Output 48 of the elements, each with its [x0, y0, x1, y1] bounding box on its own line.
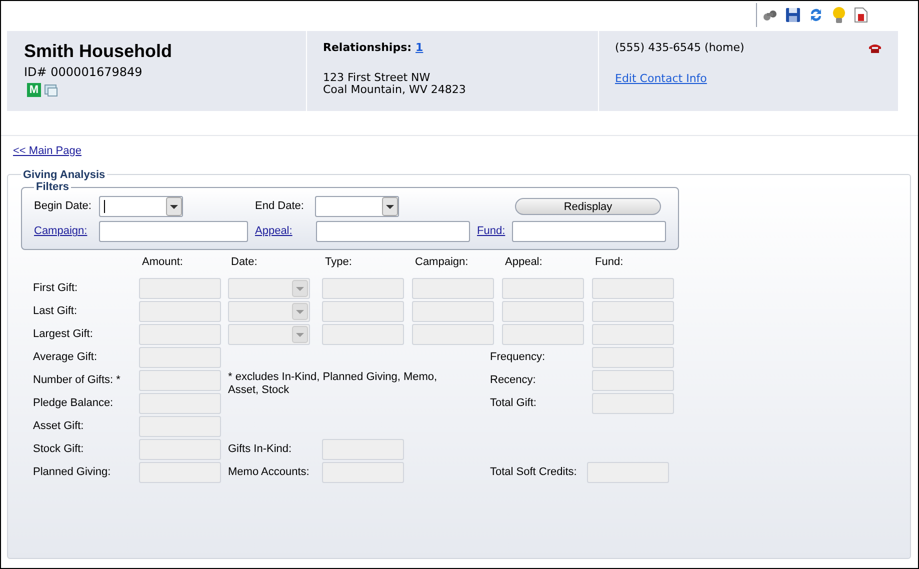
- refresh-icon[interactable]: [808, 7, 824, 23]
- column-header: Date:: [230, 254, 258, 270]
- row-label: Pledge Balance:: [33, 396, 114, 411]
- row-label: Average Gift:: [33, 350, 97, 365]
- column-header: Appeal:: [504, 254, 542, 270]
- row-label: Planned Giving:: [33, 464, 111, 480]
- column-header: Fund:: [594, 254, 624, 270]
- row-label: Stock Gift:: [33, 442, 84, 457]
- phone-icon[interactable]: [868, 42, 882, 54]
- row-label: Largest Gift:: [33, 326, 93, 342]
- save-icon[interactable]: [785, 7, 801, 23]
- row-label: Recency:: [490, 372, 536, 388]
- row-label: Last Gift:: [33, 304, 78, 319]
- household-name: Smith Household: [24, 40, 173, 62]
- document-icon[interactable]: [854, 7, 868, 23]
- row-label: Gifts In-Kind:: [228, 442, 292, 457]
- main-page-link[interactable]: << Main Page: [13, 143, 82, 160]
- column-header: Amount:: [141, 254, 183, 270]
- row-label: First Gift:: [33, 280, 78, 296]
- filters-title: Filters: [35, 180, 70, 195]
- relationships-link[interactable]: 1: [416, 40, 424, 56]
- column-header: Type:: [324, 254, 352, 270]
- row-label: Total Gift:: [490, 396, 536, 411]
- address-line: 123 First Street NW: [323, 72, 432, 84]
- row-label: Frequency:: [490, 350, 546, 365]
- row-label: Asset Gift:: [33, 418, 84, 434]
- column-header: Campaign:: [414, 254, 468, 270]
- row-label: Memo Accounts:: [228, 464, 310, 480]
- lookup-field[interactable]: [99, 221, 248, 242]
- relationships-label: Relationships:: [323, 40, 412, 56]
- lookup-link[interactable]: Campaign:: [34, 223, 99, 240]
- member-badge: M: [27, 83, 41, 97]
- household-id: ID# 000001679849: [24, 64, 144, 81]
- end-date-label: End Date:: [255, 199, 305, 214]
- lookup-field[interactable]: [316, 221, 470, 242]
- begin-date-label: Begin Date:: [34, 199, 92, 214]
- redisplay-button[interactable]: Redisplay: [515, 198, 661, 215]
- row-label: Number of Gifts: *: [33, 372, 120, 388]
- phone-number: (555) 435-6545 (home): [615, 40, 744, 56]
- lightbulb-icon[interactable]: [831, 6, 847, 24]
- note-text: * excludes In-Kind, Planned Giving, Memo, Asset, Stock: [228, 370, 438, 396]
- row-label: Total Soft Credits:: [490, 464, 577, 480]
- lookup-field[interactable]: [512, 221, 666, 242]
- address-line: Coal Mountain, WV 24823: [323, 84, 467, 96]
- section-title: Giving Analysis: [22, 168, 106, 182]
- lookup-link[interactable]: Fund:: [477, 223, 512, 240]
- lookup-link[interactable]: Appeal:: [255, 223, 316, 240]
- edit-contact-link[interactable]: Edit Contact Info: [615, 70, 707, 87]
